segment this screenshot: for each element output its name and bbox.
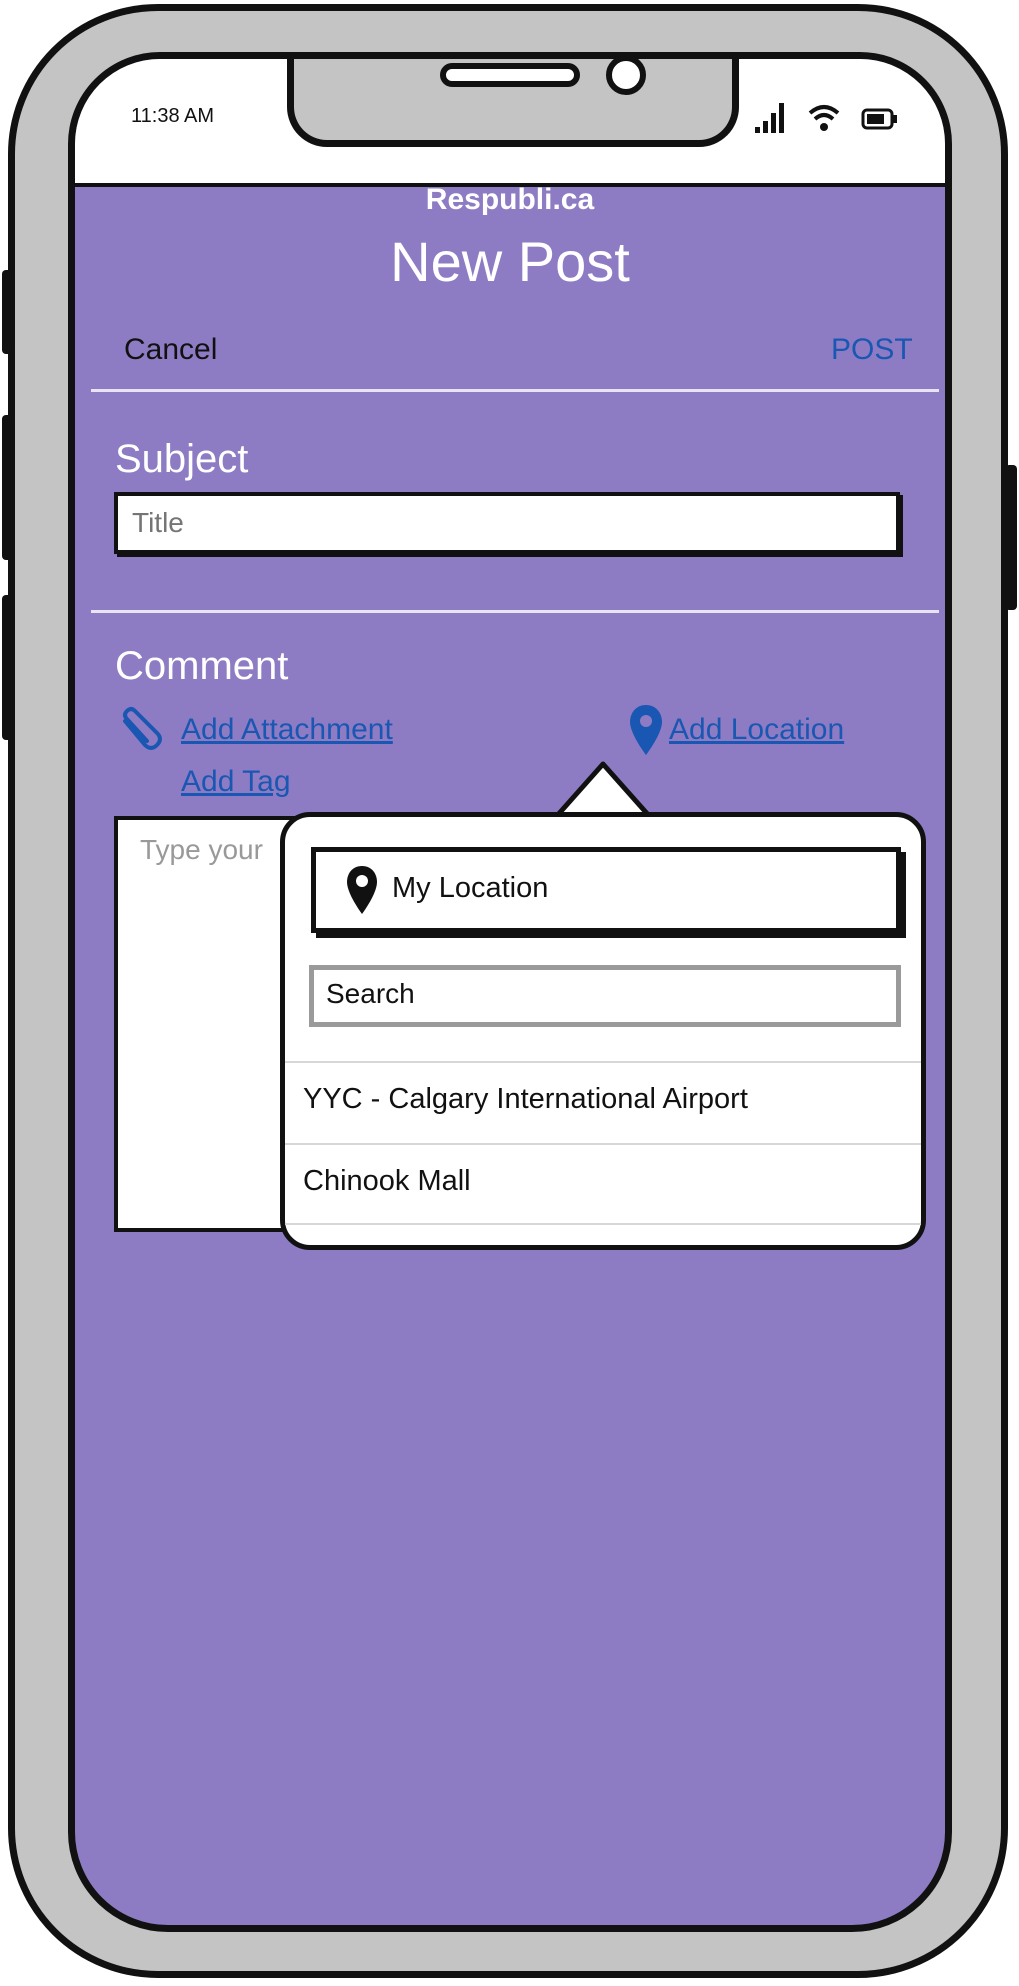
map-pin-icon [347,866,377,914]
my-location-button[interactable]: My Location [311,847,901,933]
title-input[interactable] [114,492,900,554]
location-result-item[interactable]: YYC - Calgary International Airport [285,1061,921,1143]
location-popover: My Location Search YYC - Calgary Interna… [280,812,926,1250]
signal-icon [755,101,795,135]
map-pin-icon [630,705,662,755]
phone-side-button [2,415,14,560]
add-location-link[interactable]: Add Location [669,713,844,747]
camera-lens [606,59,646,95]
post-button[interactable]: POST [831,333,913,367]
popover-arrow [553,761,653,818]
comment-label: Comment [115,644,289,688]
add-attachment-link[interactable]: Add Attachment [181,713,393,747]
cancel-button[interactable]: Cancel [124,333,217,367]
location-search-input[interactable]: Search [309,965,901,1027]
location-result-item[interactable]: Chinook Mall [285,1143,921,1225]
phone-side-button [2,595,14,740]
add-tag-link[interactable]: Add Tag [181,765,291,799]
app-name: Respubli.ca [425,183,595,216]
my-location-label: My Location [392,872,549,904]
search-placeholder: Search [326,978,415,1009]
subject-divider [91,610,939,613]
paperclip-icon [123,707,162,750]
wifi-icon [808,105,840,131]
status-time: 11:38 AM [131,105,215,127]
phone-notch [287,59,739,147]
phone-side-button [1005,465,1017,610]
comment-placeholder: Type your [140,834,263,865]
battery-icon [861,108,897,130]
header-divider [91,389,939,392]
status-bar: 11:38 AM [75,59,945,187]
speaker-slot [440,63,580,87]
subject-label: Subject [115,437,249,481]
phone-side-button [2,270,14,354]
page-title: New Post [390,230,630,293]
